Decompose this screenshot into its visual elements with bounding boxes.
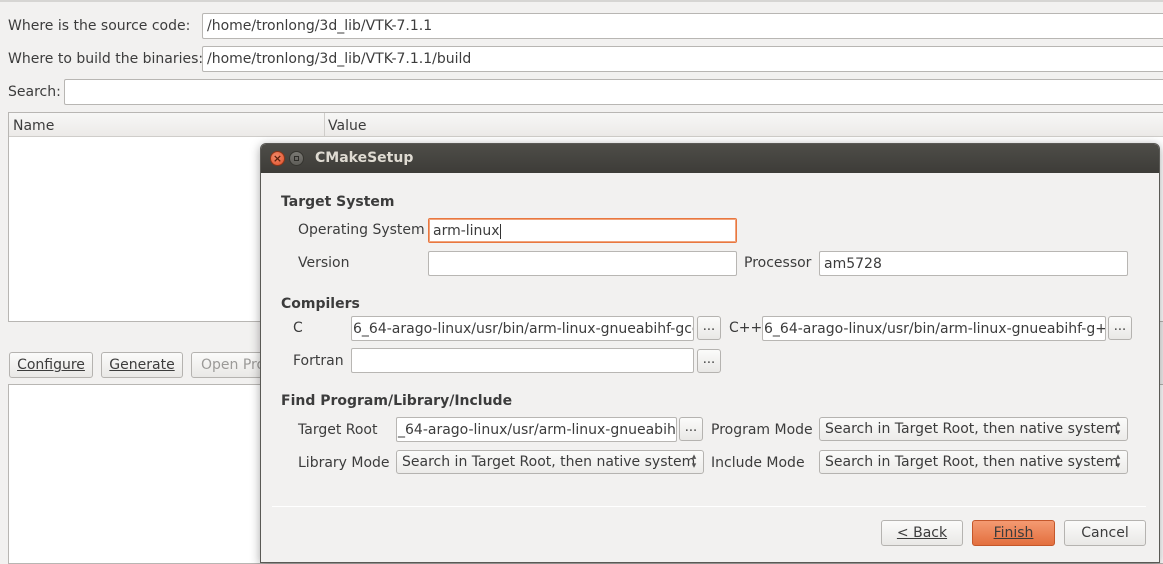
target-root-input[interactable]: _64-arago-linux/usr/arm-linux-gnueabihf: [396, 417, 677, 442]
cancel-button[interactable]: Cancel: [1064, 520, 1146, 546]
include-mode-value: Search in Target Root, then native syste…: [825, 454, 1119, 470]
build-binaries-label: Where to build the binaries:: [8, 51, 204, 67]
cxx-compiler-browse-button[interactable]: ...: [1108, 316, 1132, 340]
fortran-compiler-label: Fortran: [293, 353, 344, 369]
back-button[interactable]: < Back: [881, 520, 963, 546]
column-divider: [324, 113, 325, 137]
c-compiler-label: C: [293, 320, 303, 336]
fortran-compiler-browse-button[interactable]: ...: [697, 349, 721, 373]
fortran-compiler-input[interactable]: [351, 348, 694, 373]
version-input[interactable]: [428, 251, 737, 276]
version-label: Version: [298, 255, 350, 271]
include-mode-select[interactable]: Search in Target Root, then native syste…: [819, 450, 1128, 474]
updown-arrows-icon: ▴ ▾: [1115, 452, 1121, 471]
program-mode-label: Program Mode: [711, 422, 813, 438]
top-edge: [0, 0, 1163, 2]
open-project-button-label: Open Pro: [201, 357, 266, 373]
target-root-label: Target Root: [298, 422, 378, 438]
build-binaries-input[interactable]: /home/tronlong/3d_lib/VTK-7.1.1/build: [202, 46, 1163, 72]
operating-system-value: arm-linux: [433, 223, 500, 239]
target-root-browse-button[interactable]: ...: [679, 417, 703, 441]
source-code-label: Where is the source code:: [8, 18, 191, 34]
close-icon[interactable]: ×: [270, 151, 285, 166]
finish-button[interactable]: Finish: [972, 520, 1055, 546]
operating-system-input[interactable]: arm-linux: [428, 218, 737, 243]
finish-button-label: Finish: [993, 525, 1034, 541]
target-system-title: Target System: [281, 194, 395, 210]
updown-arrows-icon: ▴ ▾: [691, 452, 697, 471]
configure-button-label: Configure: [17, 357, 85, 373]
library-mode-label: Library Mode: [298, 455, 390, 471]
program-mode-select[interactable]: Search in Target Root, then native syste…: [819, 417, 1128, 441]
processor-input[interactable]: am5728: [819, 251, 1128, 276]
operating-system-label: Operating System: [298, 222, 425, 238]
maximize-icon[interactable]: [289, 151, 304, 166]
source-code-input[interactable]: /home/tronlong/3d_lib/VTK-7.1.1: [202, 13, 1163, 39]
dialog-separator: [272, 506, 1146, 507]
cancel-button-label: Cancel: [1081, 525, 1129, 541]
program-mode-value: Search in Target Root, then native syste…: [825, 421, 1119, 437]
generate-button-label: Generate: [109, 357, 175, 373]
generate-button[interactable]: Generate: [101, 352, 183, 378]
open-project-button[interactable]: Open Pro: [191, 352, 271, 378]
search-label: Search:: [8, 84, 61, 100]
find-section-title: Find Program/Library/Include: [281, 393, 513, 409]
updown-arrows-icon: ▴ ▾: [1115, 419, 1121, 438]
c-compiler-input[interactable]: 6_64-arago-linux/usr/bin/arm-linux-gnuea…: [351, 316, 694, 341]
include-mode-label: Include Mode: [711, 455, 805, 471]
dialog-titlebar[interactable]: × CMakeSetup: [261, 144, 1159, 173]
table-header: [9, 113, 1163, 137]
search-input[interactable]: [64, 79, 1163, 105]
library-mode-select[interactable]: Search in Target Root, then native syste…: [396, 450, 704, 474]
configure-button[interactable]: Configure: [9, 352, 93, 378]
cxx-compiler-label: C++: [729, 320, 763, 336]
dialog-title: CMakeSetup: [315, 150, 414, 166]
cmake-setup-dialog: × CMakeSetup Target System Operating Sys…: [260, 143, 1160, 563]
back-button-label: < Back: [896, 525, 948, 541]
cxx-compiler-input[interactable]: 6_64-arago-linux/usr/bin/arm-linux-gnuea…: [762, 316, 1106, 341]
column-header-value[interactable]: Value: [328, 117, 366, 135]
compilers-title: Compilers: [281, 296, 360, 312]
processor-label: Processor: [744, 255, 812, 271]
c-compiler-browse-button[interactable]: ...: [697, 316, 721, 340]
library-mode-value: Search in Target Root, then native syste…: [402, 454, 696, 470]
column-header-name[interactable]: Name: [13, 117, 54, 135]
text-cursor: [499, 223, 501, 239]
